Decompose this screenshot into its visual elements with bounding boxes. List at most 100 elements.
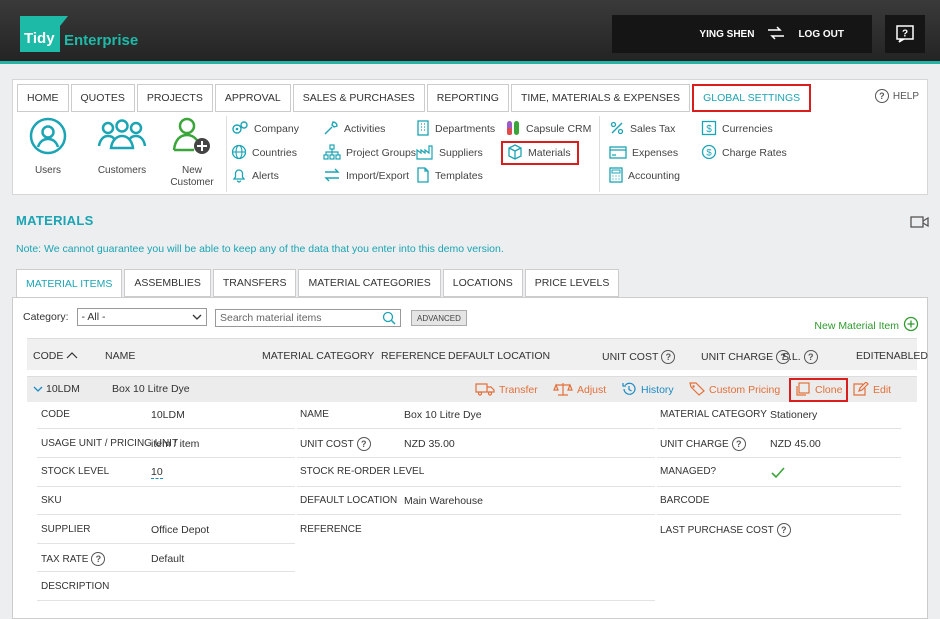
menu-countries[interactable]: Countries [231, 144, 297, 162]
truck-icon [475, 382, 495, 399]
chevron-up-icon [66, 350, 78, 362]
logo[interactable]: Tidy Enterprise [20, 15, 138, 53]
search-icon[interactable] [382, 311, 396, 328]
logout-link[interactable]: LOG OUT [798, 29, 844, 40]
advanced-button[interactable]: ADVANCED [411, 310, 467, 326]
supplier-value: Office Depot [151, 524, 210, 536]
help-icon: ? [874, 89, 889, 103]
support-icon[interactable]: ? [885, 15, 925, 53]
users-link[interactable]: Users [13, 116, 83, 189]
category-label: Category: [23, 311, 69, 323]
column-default-location[interactable]: DEFAULT LOCATION [448, 350, 550, 362]
calculator-icon [609, 166, 623, 186]
column-unit-charge[interactable]: UNIT CHARGE? [701, 350, 791, 364]
help-link[interactable]: ? HELP [874, 89, 919, 103]
menu-departments[interactable]: Departments [416, 119, 495, 138]
name-value: Box 10 Litre Dye [404, 409, 482, 421]
menu-charge-rates[interactable]: $ Charge Rates [701, 144, 787, 162]
unit-charge-label: UNIT CHARGE? [660, 437, 746, 451]
help-icon: ? [661, 350, 676, 364]
add-user-icon [169, 116, 215, 159]
material-details: CODE 10LDM USAGE UNIT / PRICING UNIT ite… [27, 402, 917, 612]
barcode-label: BARCODE [660, 495, 710, 506]
reference-label: REFERENCE [300, 524, 362, 535]
column-reference[interactable]: REFERENCE [381, 350, 446, 362]
column-material-category[interactable]: MATERIAL CATEGORY [262, 350, 374, 362]
custom-pricing-button[interactable]: Custom Pricing [689, 380, 780, 400]
tab-approval[interactable]: APPROVAL [214, 84, 291, 112]
menu-import-export[interactable]: Import/Export [323, 167, 409, 185]
stock-level-label: STOCK LEVEL [41, 466, 110, 477]
tab-assemblies[interactable]: ASSEMBLIES [124, 269, 211, 297]
column-enabled: ENABLED [879, 350, 929, 362]
user-panel: YING SHEN LOG OUT [612, 15, 872, 53]
gears-icon [231, 120, 249, 139]
column-code[interactable]: CODE [33, 350, 78, 362]
reorder-level-label: STOCK RE-ORDER LEVEL [300, 466, 425, 477]
menu-capsule-crm[interactable]: Capsule CRM [505, 120, 591, 138]
help-icon: ? [776, 523, 791, 537]
help-icon: ? [356, 437, 371, 451]
new-customer-link[interactable]: New Customer [157, 116, 227, 189]
document-icon [416, 166, 430, 186]
video-icon[interactable] [910, 215, 930, 232]
tab-reporting[interactable]: REPORTING [426, 84, 509, 112]
help-icon: ? [731, 437, 746, 451]
tax-rate-value: Default [151, 553, 185, 565]
category-select[interactable]: - All - [76, 308, 207, 326]
default-location-value: Main Warehouse [404, 495, 483, 507]
dollar-circle-icon: $ [701, 144, 717, 163]
edit-button[interactable]: Edit [853, 380, 891, 400]
tab-price-levels[interactable]: PRICE LEVELS [524, 269, 620, 297]
tab-locations[interactable]: LOCATIONS [442, 269, 523, 297]
main-navigation: HOME QUOTES PROJECTS APPROVAL SALES & PU… [12, 79, 928, 195]
column-unit-cost[interactable]: UNIT COST? [602, 350, 676, 364]
customers-link[interactable]: Customers [87, 116, 157, 189]
new-material-item-button[interactable]: New Material Item [814, 316, 919, 335]
row-code[interactable]: 10LDM [33, 383, 80, 395]
menu-suppliers[interactable]: Suppliers [416, 144, 483, 162]
menu-company[interactable]: Company [231, 120, 299, 138]
tab-material-items[interactable]: MATERIAL ITEMS [16, 269, 123, 299]
column-sl[interactable]: S.L.? [782, 350, 818, 364]
quick-links: Users Customers New Customer [13, 116, 227, 189]
tab-quotes[interactable]: QUOTES [70, 84, 135, 112]
credit-card-icon [609, 144, 627, 163]
menu-expenses[interactable]: Expenses [609, 144, 678, 162]
menu-sales-tax[interactable]: Sales Tax [609, 120, 675, 138]
customers-label: Customers [97, 165, 147, 176]
menu-accounting[interactable]: Accounting [609, 166, 680, 186]
logo-text: Enterprise [64, 31, 139, 49]
tab-material-categories[interactable]: MATERIAL CATEGORIES [298, 269, 441, 297]
scales-icon [553, 382, 573, 399]
tab-home[interactable]: HOME [17, 84, 69, 112]
tab-transfers[interactable]: TRANSFERS [212, 269, 297, 297]
transfer-button[interactable]: Transfer [475, 380, 538, 400]
search-input[interactable]: Search material items [215, 309, 401, 327]
menu-currencies[interactable]: $ Currencies [701, 120, 773, 138]
menu-project-groups[interactable]: Project Groups [323, 143, 416, 162]
clone-button[interactable]: Clone [789, 378, 849, 402]
unit-charge-value: NZD 45.00 [770, 438, 821, 450]
column-edit: EDIT [856, 350, 880, 362]
group-icon [96, 116, 148, 159]
history-button[interactable]: History [621, 380, 674, 400]
menu-activities[interactable]: Activities [323, 120, 385, 138]
column-name[interactable]: NAME [105, 350, 135, 362]
menu-templates[interactable]: Templates [416, 166, 483, 186]
tab-time-materials-expenses[interactable]: TIME, MATERIALS & EXPENSES [510, 84, 691, 112]
supplier-label: SUPPLIER [41, 524, 91, 535]
tab-global-settings[interactable]: GLOBAL SETTINGS [692, 84, 812, 112]
tab-sales-purchases[interactable]: SALES & PURCHASES [292, 84, 425, 112]
table-header: CODE NAME MATERIAL CATEGORY REFERENCE DE… [27, 338, 928, 370]
bell-icon [231, 167, 247, 186]
category-filter: Category: - All - [23, 308, 207, 326]
tab-projects[interactable]: PROJECTS [136, 84, 213, 112]
check-icon [770, 466, 786, 483]
stock-level-value[interactable]: 10 [151, 466, 163, 479]
table-row[interactable]: 10LDM Box 10 Litre Dye Transfer Adjust H… [27, 376, 917, 402]
logout-icon[interactable] [766, 25, 786, 43]
menu-materials[interactable]: Materials [501, 141, 579, 165]
adjust-button[interactable]: Adjust [553, 380, 606, 400]
menu-alerts[interactable]: Alerts [231, 167, 279, 185]
